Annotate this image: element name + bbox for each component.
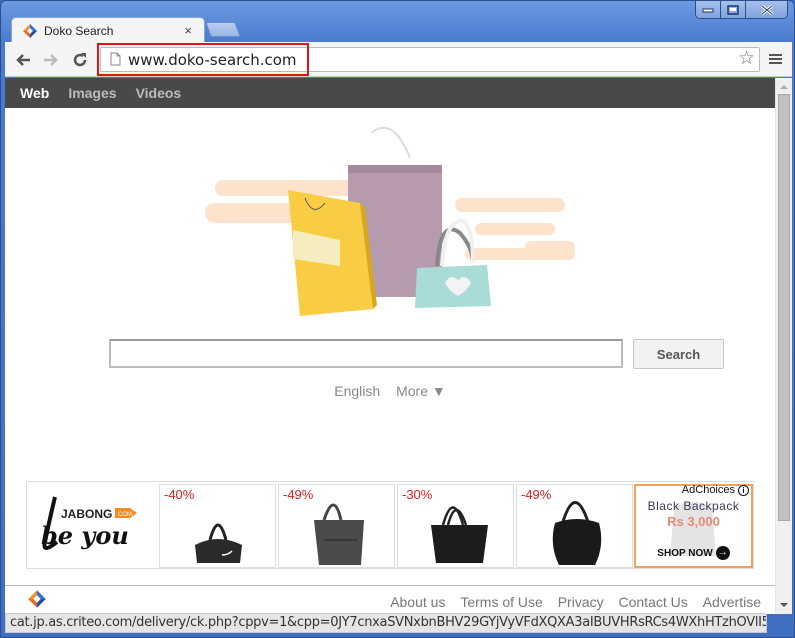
featured-ad[interactable]: AdChoices i Black Backpack Rs 3,000 SHOP… [634,484,753,568]
close-icon [760,5,773,15]
handbag-image [431,506,488,563]
close-window-button[interactable] [746,1,787,18]
ad-product-3[interactable]: -30% [397,484,514,568]
ad-banner[interactable]: JABONG COM be you -40% -49% -30% -49% Ad… [26,481,754,569]
nav-web[interactable]: Web [20,85,49,101]
maximize-icon [727,5,739,15]
info-icon: i [738,484,749,496]
adchoices-link[interactable]: AdChoices i [682,484,749,496]
footer-divider [5,585,775,586]
page-viewport: Web Images Videos Search English More ▼ … [5,78,775,614]
forward-button[interactable] [40,49,62,71]
featured-title: Black Backpack [647,499,740,513]
footer-links: About us Terms of Use Privacy Contact Us… [379,594,761,610]
browser-tab[interactable]: Doko Search × [11,17,205,43]
url-highlight-box [97,43,309,76]
back-arrow-icon [16,54,30,66]
footer-privacy[interactable]: Privacy [558,594,604,610]
language-row: English More ▼ [5,383,775,399]
jabong-badge: COM [118,512,132,518]
star-icon[interactable]: ☆ [738,49,755,69]
tab-title: Doko Search [44,23,114,38]
reload-icon [73,53,87,67]
browser-toolbar: www.doko-search.com ☆ [5,42,792,77]
jabong-logo[interactable]: JABONG COM be you [27,482,159,568]
top-nav: Web Images Videos [5,78,775,108]
language-english[interactable]: English [334,383,380,399]
featured-price: Rs 3,000 [667,514,720,529]
maximize-button[interactable] [721,1,746,18]
vertical-scrollbar[interactable] [775,78,792,614]
scrollbar-thumb[interactable] [778,94,790,521]
gym-bag-image [195,523,242,563]
yellow-bag [288,190,377,316]
adchoices-label: AdChoices [681,484,735,496]
search-input[interactable] [109,339,623,368]
language-more-dropdown[interactable]: More ▼ [396,383,446,399]
jabong-tagline: be you [41,521,129,550]
footer-about-us[interactable]: About us [390,594,445,610]
footer-contact-us[interactable]: Contact Us [619,594,688,610]
tab-close-button[interactable]: × [184,23,192,38]
new-tab-button[interactable] [205,22,241,37]
search-button[interactable]: Search [633,339,724,369]
scroll-down-arrow-icon[interactable] [780,603,788,607]
nav-videos[interactable]: Videos [136,85,182,101]
nav-images[interactable]: Images [68,85,116,101]
footer-terms-of-use[interactable]: Terms of Use [460,594,542,610]
browser-window: Doko Search × www.doko-search.com ☆ Web … [0,0,795,638]
shopping-bags-illustration [205,126,575,316]
doko-logo-icon [23,23,37,38]
jabong-brand-text: JABONG [61,507,112,521]
minimize-button[interactable] [696,1,721,18]
tote-bag-image [314,503,364,565]
status-bar-url: cat.jp.as.criteo.com/delivery/ck.php?cpp… [5,613,767,633]
scroll-up-arrow-icon[interactable] [780,85,788,89]
arrow-right-icon: → [715,546,730,560]
ad-product-1[interactable]: -40% [159,484,276,568]
reload-button[interactable] [69,49,91,71]
ad-product-4[interactable]: -49% [516,484,633,568]
doko-footer-logo[interactable] [27,589,47,609]
back-button[interactable] [12,49,34,71]
minimize-icon [702,8,714,13]
forward-arrow-icon [44,54,58,66]
hamburger-menu-icon[interactable] [769,54,782,66]
hobo-bag-image [552,501,602,565]
shop-now-button[interactable]: SHOP NOW → [636,546,751,560]
shop-now-label: SHOP NOW [657,547,713,559]
window-controls [695,1,788,19]
ad-product-2[interactable]: -49% [278,484,395,568]
footer-advertise[interactable]: Advertise [703,594,761,610]
